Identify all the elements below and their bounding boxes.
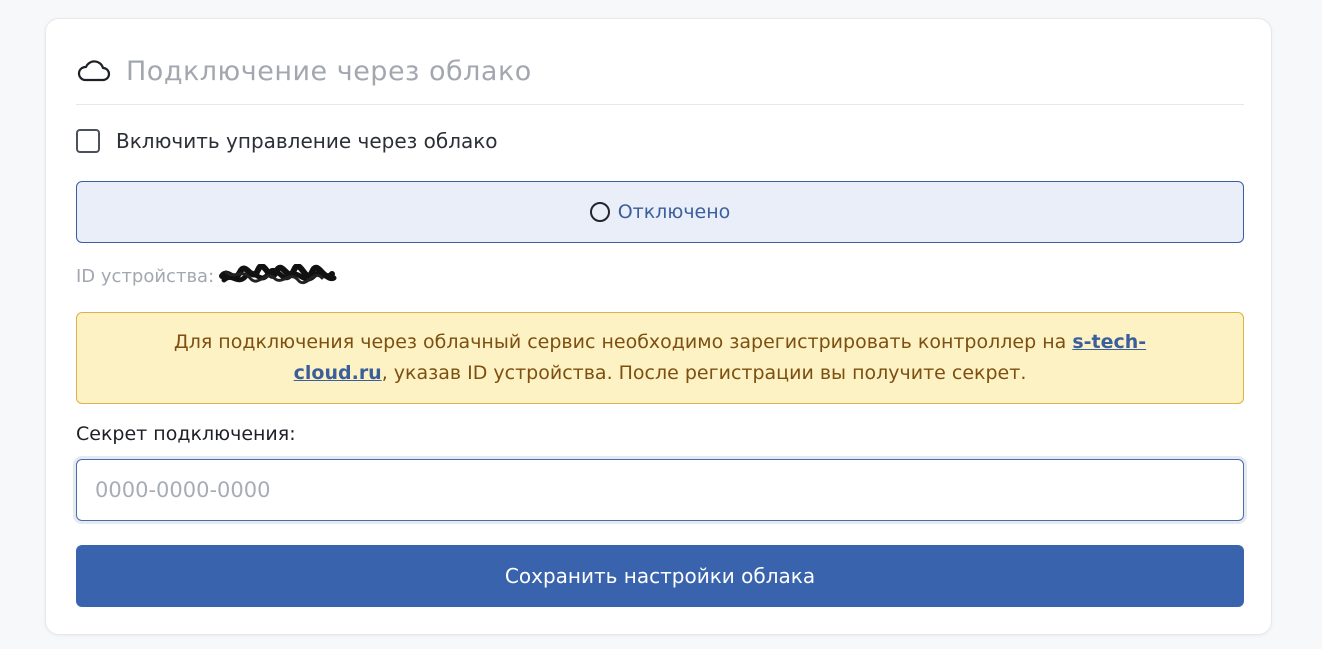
device-id-value-redacted: ████-████ — [218, 264, 338, 288]
device-id-row: ID устройства: ████-████ — [76, 264, 338, 288]
connection-status-text: Отключено — [617, 201, 731, 223]
cloud-enable-label: Включить управление через облако — [116, 129, 498, 153]
connection-status-box: Отключено — [76, 181, 1244, 243]
page-title: Подключение через облако — [126, 55, 532, 87]
cloud-enable-checkbox[interactable] — [76, 129, 100, 153]
secret-label: Секрет подключения: — [76, 423, 296, 445]
cloud-toggle-row[interactable]: Включить управление через облако — [76, 129, 498, 153]
notice-text-before: Для подключения через облачный сервис не… — [173, 331, 1073, 353]
save-cloud-settings-button[interactable]: Сохранить настройки облака — [76, 545, 1244, 607]
redaction-scribble — [219, 264, 337, 284]
device-id-label: ID устройства: — [76, 265, 215, 287]
registration-notice: Для подключения через облачный сервис не… — [76, 312, 1244, 404]
secret-input[interactable] — [76, 459, 1244, 521]
card-header: Подключение через облако — [76, 51, 532, 91]
cloud-icon — [77, 60, 111, 82]
divider — [76, 104, 1244, 105]
cloud-settings-card: Подключение через облако Включить управл… — [45, 18, 1272, 635]
circle-icon — [589, 202, 610, 222]
notice-text-after: , указав ID устройства. После регистраци… — [381, 362, 1027, 384]
